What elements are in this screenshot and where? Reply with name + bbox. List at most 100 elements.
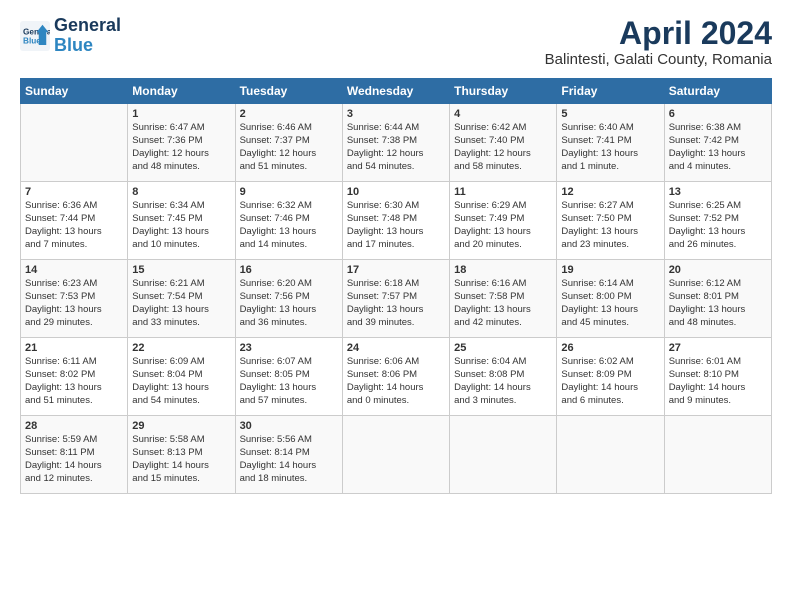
day-number: 5: [561, 108, 659, 120]
weekday-header-saturday: Saturday: [664, 79, 771, 104]
calendar-cell: 30Sunrise: 5:56 AM Sunset: 8:14 PM Dayli…: [235, 416, 342, 494]
calendar-cell: 22 Sunrise: 6:09 AM Sunset: 8:04 PM Dayli…: [128, 338, 235, 416]
calendar-cell: 2Sunrise: 6:46 AM Sunset: 7:37 PM Daylig…: [235, 104, 342, 182]
day-content: Sunrise: 6:18 AM Sunset: 7:57 PM Dayligh…: [347, 278, 445, 329]
logo-icon: General Blue: [20, 21, 50, 51]
page-container: General Blue General Blue April 2024 Bal…: [0, 0, 792, 504]
day-content: Sunrise: 6:32 AM Sunset: 7:46 PM Dayligh…: [240, 200, 338, 251]
calendar-cell: 17 Sunrise: 6:18 AM Sunset: 7:57 PM Dayli…: [342, 260, 449, 338]
calendar-cell: 14 Sunrise: 6:23 AM Sunset: 7:53 PM Dayli…: [21, 260, 128, 338]
day-number: 29: [132, 420, 230, 432]
header: General Blue General Blue April 2024 Bal…: [20, 16, 772, 68]
weekday-header-wednesday: Wednesday: [342, 79, 449, 104]
day-content: Sunrise: 6:44 AM Sunset: 7:38 PM Dayligh…: [347, 122, 445, 173]
calendar-cell: [557, 416, 664, 494]
day-content: Sunrise: 6:27 AM Sunset: 7:50 PM Dayligh…: [561, 200, 659, 251]
day-content: Sunrise: 6:36 AM Sunset: 7:44 PM Dayligh…: [25, 200, 123, 251]
day-content: Sunrise: 5:59 AM Sunset: 8:11 PM Dayligh…: [25, 434, 123, 485]
day-content: Sunrise: 6:34 AM Sunset: 7:45 PM Dayligh…: [132, 200, 230, 251]
day-number: 6: [669, 108, 767, 120]
day-content: Sunrise: 6:01 AM Sunset: 8:10 PM Dayligh…: [669, 356, 767, 407]
day-number: 10: [347, 186, 445, 198]
day-number: 17: [347, 264, 445, 276]
day-content: Sunrise: 6:47 AM Sunset: 7:36 PM Dayligh…: [132, 122, 230, 173]
day-content: Sunrise: 6:02 AM Sunset: 8:09 PM Dayligh…: [561, 356, 659, 407]
day-content: Sunrise: 6:23 AM Sunset: 7:53 PM Dayligh…: [25, 278, 123, 329]
calendar-cell: 27 Sunrise: 6:01 AM Sunset: 8:10 PM Dayli…: [664, 338, 771, 416]
calendar-cell: 23 Sunrise: 6:07 AM Sunset: 8:05 PM Dayli…: [235, 338, 342, 416]
day-number: 15: [132, 264, 230, 276]
logo: General Blue General Blue: [20, 16, 121, 56]
day-content: Sunrise: 6:06 AM Sunset: 8:06 PM Dayligh…: [347, 356, 445, 407]
title-block: April 2024 Balintesti, Galati County, Ro…: [545, 16, 772, 68]
calendar-cell: [21, 104, 128, 182]
day-number: 3: [347, 108, 445, 120]
day-content: Sunrise: 6:14 AM Sunset: 8:00 PM Dayligh…: [561, 278, 659, 329]
day-content: Sunrise: 6:29 AM Sunset: 7:49 PM Dayligh…: [454, 200, 552, 251]
calendar-cell: [664, 416, 771, 494]
day-number: 21: [25, 342, 123, 354]
day-number: 9: [240, 186, 338, 198]
day-number: 11: [454, 186, 552, 198]
calendar-cell: 13 Sunrise: 6:25 AM Sunset: 7:52 PM Dayli…: [664, 182, 771, 260]
calendar-cell: 10 Sunrise: 6:30 AM Sunset: 7:48 PM Dayli…: [342, 182, 449, 260]
weekday-header-sunday: Sunday: [21, 79, 128, 104]
day-number: 26: [561, 342, 659, 354]
day-content: Sunrise: 6:16 AM Sunset: 7:58 PM Dayligh…: [454, 278, 552, 329]
day-number: 12: [561, 186, 659, 198]
day-number: 4: [454, 108, 552, 120]
day-content: Sunrise: 6:04 AM Sunset: 8:08 PM Dayligh…: [454, 356, 552, 407]
calendar-cell: 8 Sunrise: 6:34 AM Sunset: 7:45 PM Daylig…: [128, 182, 235, 260]
day-number: 16: [240, 264, 338, 276]
logo-text: General Blue: [54, 16, 121, 56]
calendar-cell: 6Sunrise: 6:38 AM Sunset: 7:42 PM Daylig…: [664, 104, 771, 182]
day-number: 7: [25, 186, 123, 198]
calendar-cell: 26 Sunrise: 6:02 AM Sunset: 8:09 PM Dayli…: [557, 338, 664, 416]
calendar-cell: 7 Sunrise: 6:36 AM Sunset: 7:44 PM Daylig…: [21, 182, 128, 260]
calendar-cell: 1Sunrise: 6:47 AM Sunset: 7:36 PM Daylig…: [128, 104, 235, 182]
svg-text:Blue: Blue: [23, 36, 41, 45]
calendar-cell: 15 Sunrise: 6:21 AM Sunset: 7:54 PM Dayli…: [128, 260, 235, 338]
calendar-cell: [450, 416, 557, 494]
weekday-header-friday: Friday: [557, 79, 664, 104]
calendar-table: SundayMondayTuesdayWednesdayThursdayFrid…: [20, 78, 772, 494]
day-content: Sunrise: 6:07 AM Sunset: 8:05 PM Dayligh…: [240, 356, 338, 407]
day-content: Sunrise: 6:25 AM Sunset: 7:52 PM Dayligh…: [669, 200, 767, 251]
day-content: Sunrise: 5:56 AM Sunset: 8:14 PM Dayligh…: [240, 434, 338, 485]
day-content: Sunrise: 5:58 AM Sunset: 8:13 PM Dayligh…: [132, 434, 230, 485]
calendar-cell: 21 Sunrise: 6:11 AM Sunset: 8:02 PM Dayli…: [21, 338, 128, 416]
day-number: 23: [240, 342, 338, 354]
calendar-week-1: 1Sunrise: 6:47 AM Sunset: 7:36 PM Daylig…: [21, 104, 772, 182]
calendar-cell: 9 Sunrise: 6:32 AM Sunset: 7:46 PM Daylig…: [235, 182, 342, 260]
day-content: Sunrise: 6:09 AM Sunset: 8:04 PM Dayligh…: [132, 356, 230, 407]
calendar-cell: 20Sunrise: 6:12 AM Sunset: 8:01 PM Dayli…: [664, 260, 771, 338]
day-content: Sunrise: 6:21 AM Sunset: 7:54 PM Dayligh…: [132, 278, 230, 329]
weekday-header-monday: Monday: [128, 79, 235, 104]
calendar-cell: 16 Sunrise: 6:20 AM Sunset: 7:56 PM Dayli…: [235, 260, 342, 338]
day-number: 27: [669, 342, 767, 354]
weekday-header-row: SundayMondayTuesdayWednesdayThursdayFrid…: [21, 79, 772, 104]
day-content: Sunrise: 6:42 AM Sunset: 7:40 PM Dayligh…: [454, 122, 552, 173]
calendar-cell: 19Sunrise: 6:14 AM Sunset: 8:00 PM Dayli…: [557, 260, 664, 338]
calendar-cell: 28Sunrise: 5:59 AM Sunset: 8:11 PM Dayli…: [21, 416, 128, 494]
calendar-cell: 18Sunrise: 6:16 AM Sunset: 7:58 PM Dayli…: [450, 260, 557, 338]
page-subtitle: Balintesti, Galati County, Romania: [545, 51, 772, 68]
day-content: Sunrise: 6:46 AM Sunset: 7:37 PM Dayligh…: [240, 122, 338, 173]
calendar-cell: 11 Sunrise: 6:29 AM Sunset: 7:49 PM Dayli…: [450, 182, 557, 260]
calendar-cell: 3 Sunrise: 6:44 AM Sunset: 7:38 PM Daylig…: [342, 104, 449, 182]
day-number: 14: [25, 264, 123, 276]
calendar-cell: 12 Sunrise: 6:27 AM Sunset: 7:50 PM Dayli…: [557, 182, 664, 260]
calendar-cell: 25 Sunrise: 6:04 AM Sunset: 8:08 PM Dayli…: [450, 338, 557, 416]
day-number: 25: [454, 342, 552, 354]
day-content: Sunrise: 6:40 AM Sunset: 7:41 PM Dayligh…: [561, 122, 659, 173]
day-content: Sunrise: 6:11 AM Sunset: 8:02 PM Dayligh…: [25, 356, 123, 407]
day-number: 13: [669, 186, 767, 198]
day-content: Sunrise: 6:20 AM Sunset: 7:56 PM Dayligh…: [240, 278, 338, 329]
day-content: Sunrise: 6:30 AM Sunset: 7:48 PM Dayligh…: [347, 200, 445, 251]
calendar-cell: 24Sunrise: 6:06 AM Sunset: 8:06 PM Dayli…: [342, 338, 449, 416]
calendar-cell: [342, 416, 449, 494]
day-content: Sunrise: 6:12 AM Sunset: 8:01 PM Dayligh…: [669, 278, 767, 329]
calendar-week-3: 14 Sunrise: 6:23 AM Sunset: 7:53 PM Dayli…: [21, 260, 772, 338]
day-number: 22: [132, 342, 230, 354]
day-number: 8: [132, 186, 230, 198]
